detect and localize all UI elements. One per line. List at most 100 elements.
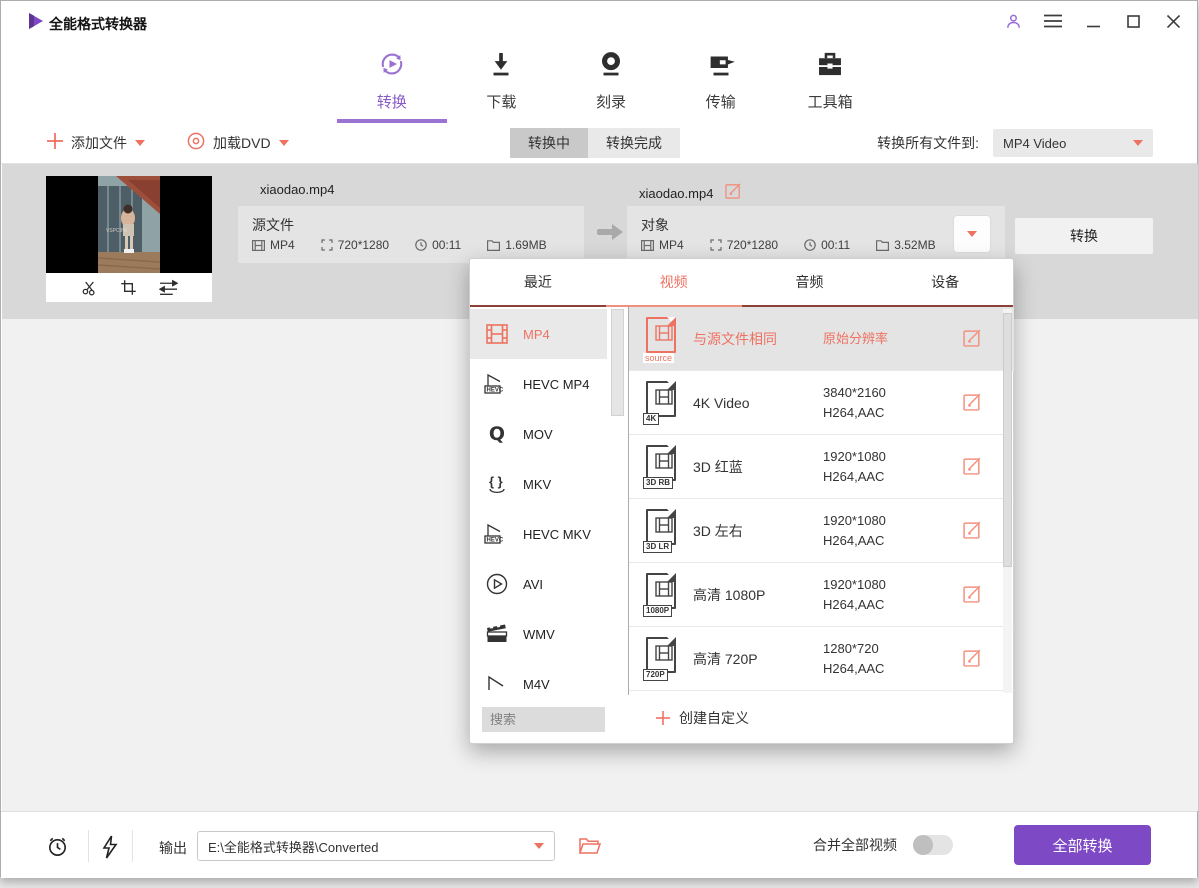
output-path-caret-icon bbox=[534, 843, 544, 849]
source-info-box: 源文件 MP4 720*1280 00:11 1.69MB bbox=[238, 206, 584, 263]
transfer-icon bbox=[706, 49, 736, 84]
convert-file-button[interactable]: 转换 bbox=[1014, 217, 1154, 255]
tab-converting[interactable]: 转换中 bbox=[510, 128, 588, 158]
search-input[interactable] bbox=[482, 707, 605, 732]
format-item-hevc-mkv[interactable]: HEVC HEVC MKV bbox=[470, 509, 607, 559]
thumbnail-image: VSPC9% bbox=[46, 176, 212, 273]
preset-codec: H264,AAC bbox=[823, 597, 884, 612]
edit-preset-icon[interactable] bbox=[963, 520, 982, 544]
badge-text: 3D LR bbox=[643, 541, 672, 553]
target-info-box: 对象 MP4 720*1280 00:11 3.52MB bbox=[627, 206, 1005, 263]
effects-sliders-icon[interactable] bbox=[159, 279, 178, 296]
preset-3d-redblue[interactable]: 3D RB 3D 红蓝 1920*1080H264,AAC bbox=[629, 435, 1014, 499]
format-label: MKV bbox=[523, 477, 551, 492]
popup-footer: 创建自定义 bbox=[470, 695, 1013, 743]
tab-transfer[interactable]: 传输 bbox=[666, 49, 776, 112]
preset-resolution: 1920*1080 bbox=[823, 449, 886, 464]
format-dropdown-caret-icon bbox=[967, 231, 977, 237]
close-icon[interactable] bbox=[1163, 11, 1183, 31]
badge-text: 4K bbox=[643, 413, 659, 425]
account-icon[interactable] bbox=[1003, 11, 1023, 31]
output-format-select[interactable]: MP4 Video bbox=[993, 129, 1153, 157]
720p-badge-icon: 720P bbox=[643, 637, 679, 681]
tab-download[interactable]: 下载 bbox=[447, 49, 557, 112]
edit-preset-icon[interactable] bbox=[963, 584, 982, 608]
3d-lr-badge-icon: 3D LR bbox=[643, 509, 679, 553]
format-item-hevc-mp4[interactable]: HEVC HEVC MP4 bbox=[470, 359, 607, 409]
svg-text:{ }: { } bbox=[489, 474, 503, 489]
preset-4k[interactable]: 4K 4K Video 3840*2160H264,AAC bbox=[629, 371, 1014, 435]
format-label: HEVC MP4 bbox=[523, 377, 589, 392]
add-file-label: 添加文件 bbox=[71, 133, 127, 153]
format-item-mov[interactable]: Q MOV bbox=[470, 409, 607, 459]
minimize-icon[interactable] bbox=[1083, 11, 1103, 31]
tab-toolbox[interactable]: 工具箱 bbox=[775, 49, 885, 112]
popup-tab-recent[interactable]: 最近 bbox=[470, 259, 606, 305]
preset-name: 高清 720P bbox=[693, 649, 823, 669]
source-format: MP4 bbox=[270, 238, 295, 252]
app-title: 全能格式转换器 bbox=[49, 14, 147, 34]
preset-resolution: 1920*1080 bbox=[823, 577, 886, 592]
output-path-select[interactable]: E:\全能格式转换器\Converted bbox=[197, 831, 555, 861]
source-duration: 00:11 bbox=[432, 238, 461, 252]
preset-name: 与源文件相同 bbox=[693, 329, 823, 349]
preset-list-scrollbar[interactable] bbox=[1003, 309, 1012, 693]
preset-3d-leftright[interactable]: 3D LR 3D 左右 1920*1080H264,AAC bbox=[629, 499, 1014, 563]
trim-scissors-icon[interactable] bbox=[81, 279, 98, 296]
preset-resolution: 3840*2160 bbox=[823, 385, 886, 400]
convert-all-to-label: 转换所有文件到: bbox=[877, 133, 979, 153]
popup-tab-video[interactable]: 视频 bbox=[606, 259, 742, 307]
target-format: MP4 bbox=[659, 238, 684, 252]
format-list-scrollbar[interactable] bbox=[607, 309, 628, 694]
maximize-icon[interactable] bbox=[1123, 11, 1143, 31]
tab-converted[interactable]: 转换完成 bbox=[588, 128, 680, 158]
edit-preset-icon[interactable] bbox=[963, 328, 982, 352]
svg-text:HEVC: HEVC bbox=[487, 388, 504, 394]
popup-tab-device[interactable]: 设备 bbox=[877, 259, 1013, 305]
format-dropdown-button[interactable] bbox=[953, 215, 991, 253]
video-thumbnail[interactable]: VSPC9% bbox=[46, 176, 212, 302]
source-file-name: xiaodao.mp4 bbox=[260, 182, 334, 197]
preset-codec: H264,AAC bbox=[823, 469, 884, 484]
popup-tab-audio[interactable]: 音频 bbox=[742, 259, 878, 305]
high-speed-icon[interactable] bbox=[101, 835, 119, 864]
svg-text:HEVC: HEVC bbox=[487, 538, 504, 544]
menu-icon[interactable] bbox=[1043, 11, 1063, 31]
svg-text:VSPC9%: VSPC9% bbox=[106, 228, 127, 234]
format-item-mp4[interactable]: MP4 bbox=[470, 309, 607, 359]
tab-convert[interactable]: 转换 bbox=[337, 49, 447, 112]
dvd-icon bbox=[187, 132, 205, 155]
create-custom-label: 创建自定义 bbox=[679, 708, 749, 728]
badge-text: source bbox=[643, 353, 674, 363]
add-file-button[interactable]: 添加文件 bbox=[47, 123, 145, 163]
source-label: 源文件 bbox=[252, 215, 294, 235]
badge-text: 1080P bbox=[643, 605, 672, 617]
load-dvd-button[interactable]: 加载DVD bbox=[187, 123, 289, 163]
schedule-alarm-icon[interactable] bbox=[46, 835, 69, 863]
preset-hd-720p[interactable]: 720P 高清 720P 1280*720H264,AAC bbox=[629, 627, 1014, 691]
convert-all-button[interactable]: 全部转换 bbox=[1014, 825, 1151, 865]
format-item-m4v[interactable]: M4V bbox=[470, 659, 607, 694]
format-item-mkv[interactable]: { } MKV bbox=[470, 459, 607, 509]
merge-all-label: 合并全部视频 bbox=[813, 835, 897, 855]
rename-edit-icon[interactable] bbox=[725, 182, 742, 204]
preset-hd-1080p[interactable]: 1080P 高清 1080P 1920*1080H264,AAC bbox=[629, 563, 1014, 627]
merge-toggle[interactable] bbox=[913, 835, 953, 855]
plus-icon bbox=[47, 133, 63, 154]
target-duration: 00:11 bbox=[821, 238, 850, 252]
create-custom-button[interactable]: 创建自定义 bbox=[656, 708, 749, 728]
edit-preset-icon[interactable] bbox=[963, 648, 982, 672]
crop-icon[interactable] bbox=[120, 279, 137, 296]
edit-preset-icon[interactable] bbox=[963, 392, 982, 416]
format-item-wmv[interactable]: WMV bbox=[470, 609, 607, 659]
open-folder-icon[interactable] bbox=[579, 837, 601, 860]
tab-toolbox-label: 工具箱 bbox=[808, 91, 853, 112]
preset-same-as-source[interactable]: source 与源文件相同 原始分辨率 bbox=[629, 307, 1014, 371]
edit-preset-icon[interactable] bbox=[963, 456, 982, 480]
tab-burn[interactable]: 刻录 bbox=[556, 49, 666, 112]
format-item-avi[interactable]: AVI bbox=[470, 559, 607, 609]
tab-convert-label: 转换 bbox=[377, 91, 407, 112]
tab-transfer-label: 传输 bbox=[706, 91, 736, 112]
scrollbar-thumb[interactable] bbox=[611, 309, 624, 416]
scrollbar-thumb[interactable] bbox=[1003, 313, 1012, 567]
